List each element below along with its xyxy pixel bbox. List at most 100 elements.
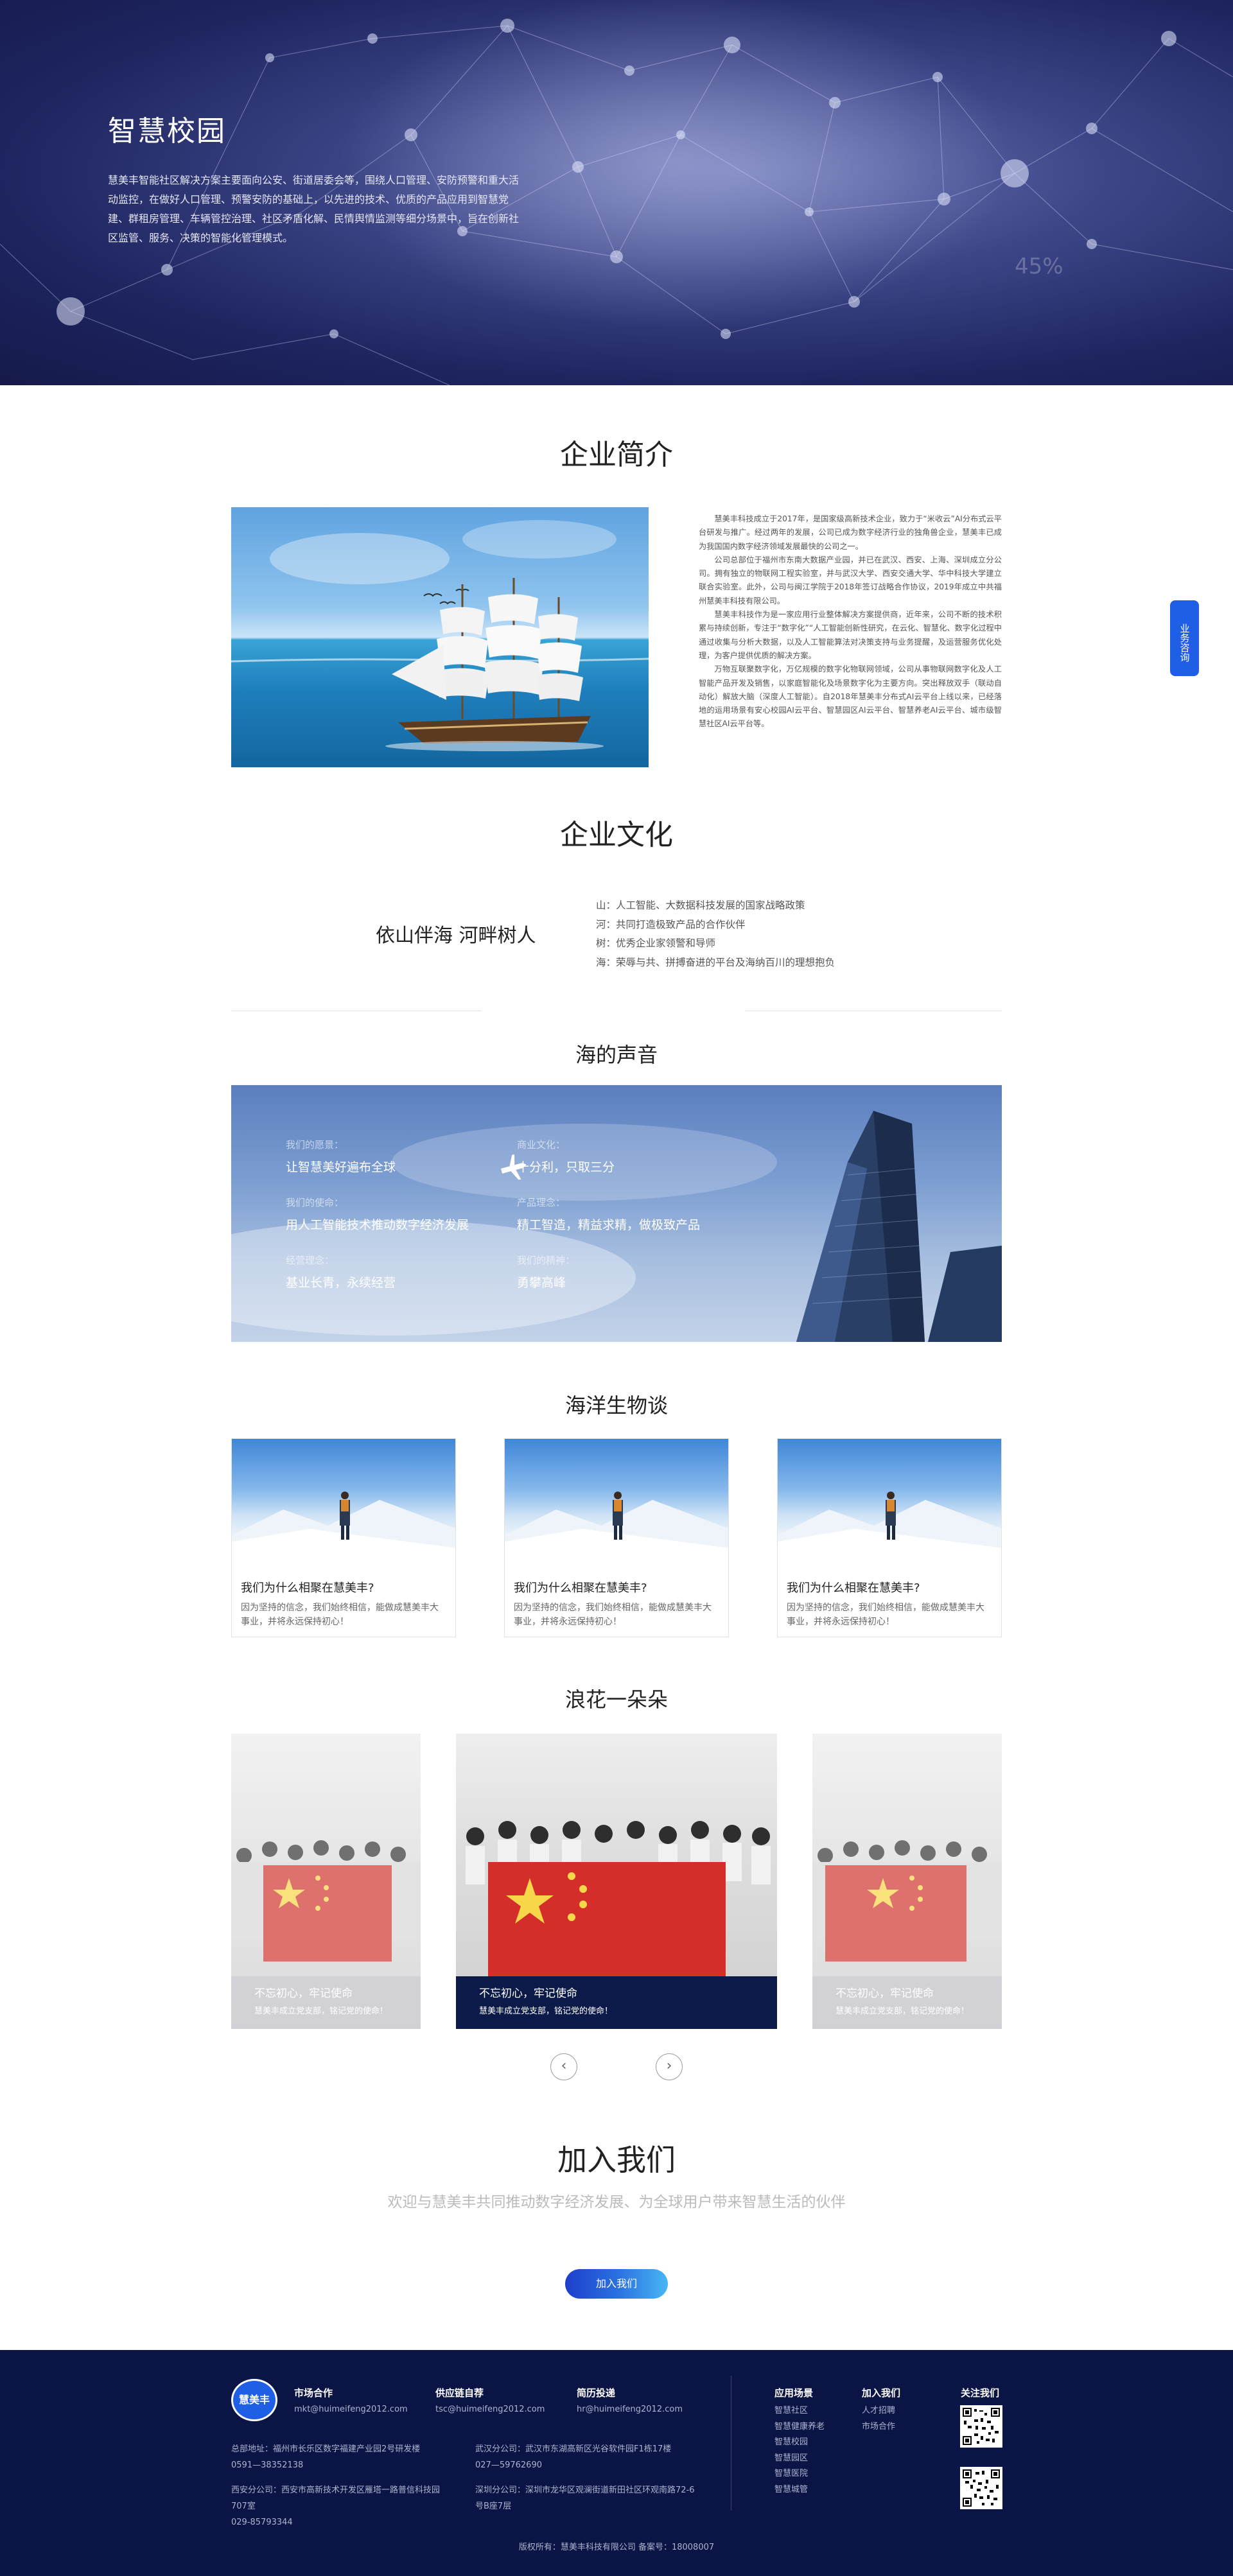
culture-title: 企业文化 <box>560 819 673 851</box>
carousel-prev-button[interactable]: ‹ <box>550 2053 577 2080</box>
card-title: 我们为什么相聚在慧美丰? <box>787 1581 920 1595</box>
voice-item-key: 我们的精神： <box>517 1255 575 1266</box>
card-title: 我们为什么相聚在慧美丰? <box>514 1581 647 1595</box>
culture-list: 山：人工智能、大数据科技发展的国家战略政策 河：共同打造极致产品的合作伙伴 树：… <box>596 896 835 972</box>
footer-scene-link[interactable]: 智慧健康养老 <box>774 2419 825 2435</box>
culture-item: 树：优秀企业家领警和导师 <box>596 937 716 949</box>
voice-item: 我们的精神： 勇攀高峰 <box>517 1253 575 1291</box>
voice-item-key: 商业文化： <box>517 1139 566 1151</box>
card-title: 我们为什么相聚在慧美丰? <box>241 1581 374 1595</box>
join-title: 加入我们 <box>557 2143 676 2177</box>
footer-contact-heading: 简历投递 <box>577 2387 616 2399</box>
footer-contact-email[interactable]: mkt@huimeifeng2012.com <box>294 2405 408 2414</box>
footer-address-right: 武汉分公司：武汉市东湖高新区光谷软件园F1栋17楼 027—59762690 深… <box>475 2441 700 2514</box>
hiker-illustration <box>505 1492 728 1567</box>
voice-item: 商业文化： 十分利，只取三分 <box>517 1138 615 1175</box>
slide-caption-text: 慧美丰成立党支部，铭记党的使命！ <box>835 2006 970 2016</box>
voice-item-key: 我们的使命： <box>286 1197 344 1208</box>
card-image <box>505 1439 728 1567</box>
slide-caption-title: 不忘初心，牢记使命 <box>479 1987 577 2000</box>
footer-address-line: 总部地址：福州市长乐区数字福建产业园2号研发楼 <box>231 2444 421 2454</box>
footer-scene-link[interactable]: 智慧社区 <box>774 2403 825 2419</box>
footer-scene-link[interactable]: 智慧园区 <box>774 2451 825 2467</box>
voice-title: 海的声音 <box>575 1043 658 1067</box>
slide-caption-title: 不忘初心，牢记使命 <box>254 1987 353 2000</box>
voice-item-value: 让智慧美好遍布全球 <box>286 1160 396 1174</box>
intro-paragraph: 公司总部位于福州市东南大数据产业园，并已在武汉、西安、上海、深圳成立分公司。拥有… <box>699 555 1002 605</box>
carousel-slide-active[interactable]: 不忘初心，牢记使命 慧美丰成立党支部，铭记党的使命！ <box>456 1734 777 2029</box>
slide-caption: 不忘初心，牢记使命 慧美丰成立党支部，铭记党的使命！ <box>812 1976 1002 2029</box>
sailboat-illustration <box>231 520 649 751</box>
voice-item: 我们的使命： 用人工智能技术推动数字经济发展 <box>286 1196 469 1233</box>
hiker-illustration <box>232 1492 455 1567</box>
footer-contact-email[interactable]: hr@huimeifeng2012.com <box>577 2405 683 2414</box>
qr-code-icon <box>960 2405 1002 2448</box>
voice-item: 经营理念： 基业长青，永续经营 <box>286 1253 396 1291</box>
footer-follow-heading: 关注我们 <box>961 2387 1000 2399</box>
intro-paragraph: 万物互联聚数字化，万亿规模的数字化物联网领域，公司从事物联网数字化及人工智能产品… <box>699 665 1002 729</box>
culture-motto: 依山伴海 河畔树人 <box>376 925 536 947</box>
carousel-slide[interactable]: 不忘初心，牢记使命 慧美丰成立党支部，铭记党的使命！ <box>812 1734 1002 2029</box>
consult-float-button[interactable]: 业务咨询 <box>1170 600 1199 676</box>
footer-address-line: 武汉分公司：武汉市东湖高新区光谷软件园F1栋17楼 <box>475 2444 672 2454</box>
footer-scenes-heading: 应用场景 <box>774 2387 814 2399</box>
footer-address-line: 027—59762690 <box>475 2460 542 2470</box>
footer-scenes: 应用场景 智慧社区 智慧健康养老 智慧校园 智慧园区 智慧医院 智慧城管 <box>774 2386 825 2498</box>
voice-item-key: 产品理念： <box>517 1197 566 1208</box>
intro-text: 慧美丰科技成立于2017年，是国家级高新技术企业，致力于“米收云”AI分布式云平… <box>699 512 1002 731</box>
voice-item-value: 基业长青，永续经营 <box>286 1276 396 1290</box>
footer-contact-email[interactable]: tsc@huimeifeng2012.com <box>435 2405 545 2414</box>
slide-caption: 不忘初心，牢记使命 慧美丰成立党支部，铭记党的使命！ <box>231 1976 421 2029</box>
footer-address-line: 西安分公司：西安市高新技术开发区雁塔一路普信科技园707室 <box>231 2485 441 2511</box>
intro-paragraph: 慧美丰科技成立于2017年，是国家级高新技术企业，致力于“米收云”AI分布式云平… <box>699 514 1002 551</box>
card-image <box>232 1439 455 1567</box>
card-desc: 因为坚持的信念，我们始终相信，能做成慧美丰大事业，并将永远保持初心！ <box>514 1603 712 1627</box>
culture-item: 河：共同打造极致产品的合作伙伴 <box>596 918 746 930</box>
join-subtitle: 欢迎与慧美丰共同推动数字经济发展、为全球用户带来智慧生活的伙伴 <box>387 2194 846 2211</box>
footer-scene-link[interactable]: 智慧城管 <box>774 2482 825 2498</box>
footer-contact-heading: 市场合作 <box>294 2387 333 2399</box>
qr-code-icon <box>960 2467 1002 2509</box>
footer-scene-link[interactable]: 智慧校园 <box>774 2435 825 2451</box>
footer-join-link[interactable]: 市场合作 <box>862 2419 900 2435</box>
voice-item: 产品理念： 精工智造，精益求精，做极致产品 <box>517 1196 700 1233</box>
hero-banner: 智慧校园 慧美丰智能社区解决方案主要面向公安、街道居委会等，围绕人口管理、安防预… <box>0 0 1233 385</box>
voice-banner: 我们的愿景： 让智慧美好遍布全球 商业文化： 十分利，只取三分 我们的使命： 用… <box>231 1085 1002 1342</box>
footer-join-heading: 加入我们 <box>862 2387 901 2399</box>
slide-caption-text: 慧美丰成立党支部，铭记党的使命！ <box>254 2006 389 2016</box>
culture-item: 海：荣辱与共、拼搏奋进的平台及海纳百川的理想抱负 <box>596 956 835 968</box>
carousel-next-button[interactable]: › <box>656 2053 683 2080</box>
footer-follow: 关注我们 <box>961 2386 999 2399</box>
voice-item-value: 精工智造，精益求精，做极致产品 <box>517 1218 701 1232</box>
footer-address-left: 总部地址：福州市长乐区数字福建产业园2号研发楼 0591—38352138 西安… <box>231 2441 443 2530</box>
voice-item-value: 用人工智能技术推动数字经济发展 <box>286 1218 469 1232</box>
hiker-illustration <box>778 1492 1001 1567</box>
carousel-slide[interactable]: 不忘初心，牢记使命 慧美丰成立党支部，铭记党的使命！ <box>231 1734 421 2029</box>
hero-deco-number: 45% <box>1015 254 1063 279</box>
footer-address-line: 深圳分公司：深圳市龙华区观澜街道新田社区环观南路72-6号B座7层 <box>475 2485 695 2511</box>
intro-paragraph: 慧美丰科技作为是一家应用行业整体解决方案提供商，近年来，公司不断的技术积累与持续… <box>699 610 1002 660</box>
footer-contact-market: 市场合作 mkt@huimeifeng2012.com <box>294 2386 408 2414</box>
flowers-title: 浪花一朵朵 <box>564 1687 668 1712</box>
voice-item-value: 十分利，只取三分 <box>517 1160 615 1174</box>
slide-caption-title: 不忘初心，牢记使命 <box>835 1987 934 2000</box>
footer-scene-link[interactable]: 智慧医院 <box>774 2466 825 2482</box>
footer-contact-heading: 供应链自荐 <box>435 2387 484 2399</box>
footer-address-line: 0591—38352138 <box>231 2460 304 2470</box>
slide-caption: 不忘初心，牢记使命 慧美丰成立党支部，铭记党的使命！ <box>456 1976 777 2029</box>
footer-join: 加入我们 人才招聘 市场合作 <box>862 2386 900 2435</box>
footer: 慧美丰 市场合作 mkt@huimeifeng2012.com 供应链自荐 ts… <box>0 2350 1233 2576</box>
ocean-card[interactable]: 我们为什么相聚在慧美丰? 因为坚持的信念，我们始终相信，能做成慧美丰大事业，并将… <box>777 1438 1002 1637</box>
slide-caption-text: 慧美丰成立党支部，铭记党的使命！ <box>479 2006 613 2016</box>
voice-item-value: 勇攀高峰 <box>517 1276 566 1290</box>
join-button[interactable]: 加入我们 <box>565 2269 668 2299</box>
culture-item: 山：人工智能、大数据科技发展的国家战略政策 <box>596 900 805 911</box>
ocean-card[interactable]: 我们为什么相聚在慧美丰? 因为坚持的信念，我们始终相信，能做成慧美丰大事业，并将… <box>231 1438 456 1637</box>
hero-title: 智慧校园 <box>108 115 226 148</box>
ocean-card[interactable]: 我们为什么相聚在慧美丰? 因为坚持的信念，我们始终相信，能做成慧美丰大事业，并将… <box>504 1438 729 1637</box>
footer-join-link[interactable]: 人才招聘 <box>862 2403 900 2419</box>
voice-item-key: 经营理念： <box>286 1255 335 1266</box>
card-image <box>778 1439 1001 1567</box>
card-desc: 因为坚持的信念，我们始终相信，能做成慧美丰大事业，并将永远保持初心！ <box>241 1603 439 1627</box>
footer-contact-resume: 简历投递 hr@huimeifeng2012.com <box>577 2386 683 2414</box>
